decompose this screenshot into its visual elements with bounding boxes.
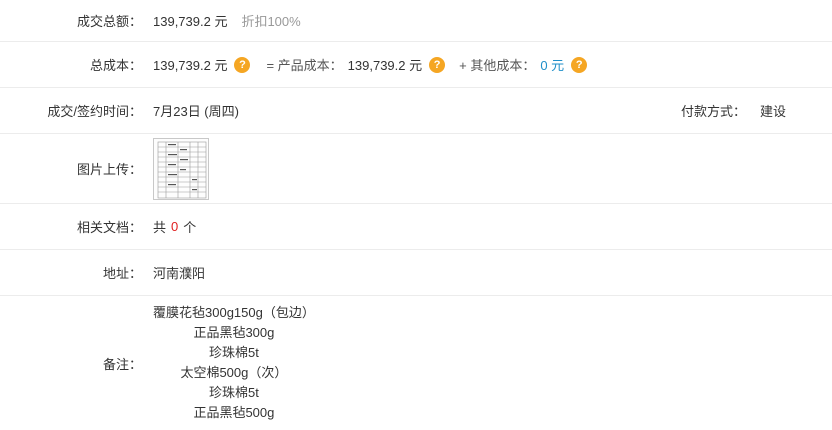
address-value: 河南濮阳 [153,266,206,281]
remark-line: 覆膜花毡300g150g（包边） [153,305,315,320]
question-circle-icon[interactable]: ? [429,56,446,73]
documents-row: 相关文档： 共 0 个 [0,204,832,250]
uploaded-image-thumbnail[interactable] [153,137,209,200]
remark-line: 珍珠棉5t [209,345,259,360]
question-circle-icon[interactable]: ? [234,56,251,73]
remarks-label: 备注： [102,356,142,372]
product-cost-label: = 产品成本： [266,58,343,73]
documents-count[interactable]: 0 [171,219,178,234]
documents-label: 相关文档： [76,220,142,235]
remarks-row: 备注： 覆膜花毡300g150g（包边） 正品黑毡300g 珍珠棉5t 太空棉5… [0,296,832,430]
documents-prefix: 共 [153,220,167,235]
remarks-lines: 覆膜花毡300g150g（包边） 正品黑毡300g 珍珠棉5t 太空棉500g（… [153,303,315,423]
remark-line: 正品黑毡500g [193,405,275,420]
total-amount-value: 139,739.2 元 [153,14,228,29]
document-thumbnail-icon [154,138,208,199]
product-cost-value: 139,739.2 元 [347,58,423,73]
other-cost-value: 0 元 [540,58,565,73]
other-cost-label: + 其他成本： [459,58,536,73]
remark-line: 珍珠棉5t [209,385,259,400]
remark-line: 太空棉500g（次） [180,365,288,380]
deal-time-value-group: 7月23日 (周四) [153,101,239,120]
total-amount-label: 成交总额： [76,14,142,29]
total-cost-row: 总成本： 139,739.2 元 ? = 产品成本： 139,739.2 元 ?… [0,42,832,88]
total-amount-value-group: 139,739.2 元 折扣100% [153,11,301,30]
question-circle-icon[interactable]: ? [571,56,588,73]
remark-line: 正品黑毡300g [193,325,275,340]
payment-method: 付款方式： 建设 [681,88,786,133]
total-cost-label: 总成本： [89,58,142,73]
documents-suffix: 个 [183,220,197,235]
discount-text: 折扣100% [241,14,301,29]
total-cost-value: 139,739.2 元 [153,58,228,73]
deal-time-value: 7月23日 (周四) [153,104,239,119]
payment-method-label: 付款方式： [681,104,747,119]
image-upload-value [153,137,209,200]
image-upload-row: 图片上传： [0,134,832,204]
image-upload-label: 图片上传： [76,162,142,177]
total-cost-value-group: 139,739.2 元 ? = 产品成本： 139,739.2 元 ? + 其他… [153,55,588,74]
deal-time-label: 成交/签约时间： [47,104,142,119]
address-row: 地址： 河南濮阳 [0,250,832,296]
deal-time-row: 成交/签约时间： 7月23日 (周四) 付款方式： 建设 [0,88,832,134]
address-value-group: 河南濮阳 [153,263,205,282]
total-amount-row: 成交总额： 139,739.2 元 折扣100% [0,0,832,42]
payment-method-value: 建设 [760,104,787,119]
documents-value-group: 共 0 个 [153,217,196,236]
address-label: 地址： [102,266,142,281]
